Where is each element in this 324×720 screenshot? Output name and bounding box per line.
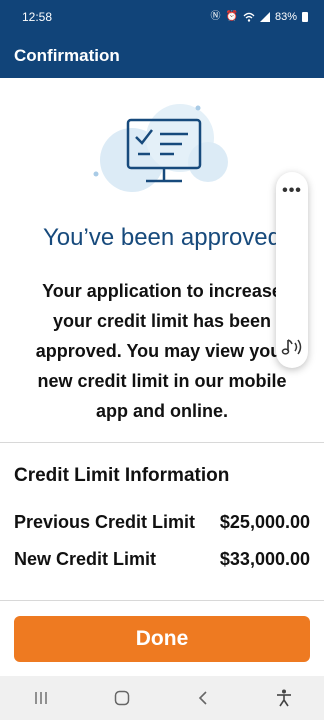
back-icon <box>198 691 207 705</box>
monitor-checklist-icon <box>93 104 228 192</box>
battery-icon <box>302 12 308 22</box>
system-navigation-bar <box>0 676 324 720</box>
new-limit-label: New Credit Limit <box>14 549 157 569</box>
credit-section-title: Credit Limit Information <box>14 465 230 486</box>
done-button-container: Done <box>14 616 310 662</box>
new-limit-row: New Credit Limit $33,000.00 <box>14 549 310 570</box>
footer-divider <box>0 600 324 601</box>
recent-apps-icon <box>34 692 47 704</box>
approval-illustration <box>90 100 240 200</box>
status-time: 12:58 <box>22 10 53 24</box>
approval-message: Your application to increase your credit… <box>35 281 289 421</box>
more-horizontal-icon[interactable]: ••• <box>276 182 308 200</box>
accessibility-icon <box>276 689 291 707</box>
previous-limit-label: Previous Credit Limit <box>14 512 196 532</box>
home-button[interactable] <box>102 683 142 713</box>
read-aloud-icon[interactable] <box>279 336 305 358</box>
app-bar: Confirmation <box>0 34 324 78</box>
status-icons: Ⓝ ⏰ 83% <box>211 11 308 23</box>
signal-icon <box>259 12 270 22</box>
previous-limit-row: Previous Credit Limit $25,000.00 <box>14 512 310 533</box>
recent-apps-button[interactable] <box>21 683 61 713</box>
back-button[interactable] <box>183 683 223 713</box>
previous-limit-value: $25,000.00 <box>219 512 310 532</box>
page-title: Confirmation <box>14 46 120 65</box>
new-limit-value: $33,000.00 <box>219 549 310 569</box>
wifi-icon <box>243 12 255 22</box>
alarm-icon: ⏰ <box>225 11 238 22</box>
done-button[interactable]: Done <box>14 616 310 662</box>
accessibility-button[interactable] <box>264 683 304 713</box>
floating-accessibility-panel[interactable]: ••• <box>276 172 308 368</box>
battery-percent: 83% <box>274 11 297 23</box>
status-bar: 12:58 Ⓝ ⏰ 83% <box>0 0 324 34</box>
section-divider <box>0 442 324 443</box>
home-icon <box>114 690 129 706</box>
nfc-icon: Ⓝ <box>210 11 221 22</box>
